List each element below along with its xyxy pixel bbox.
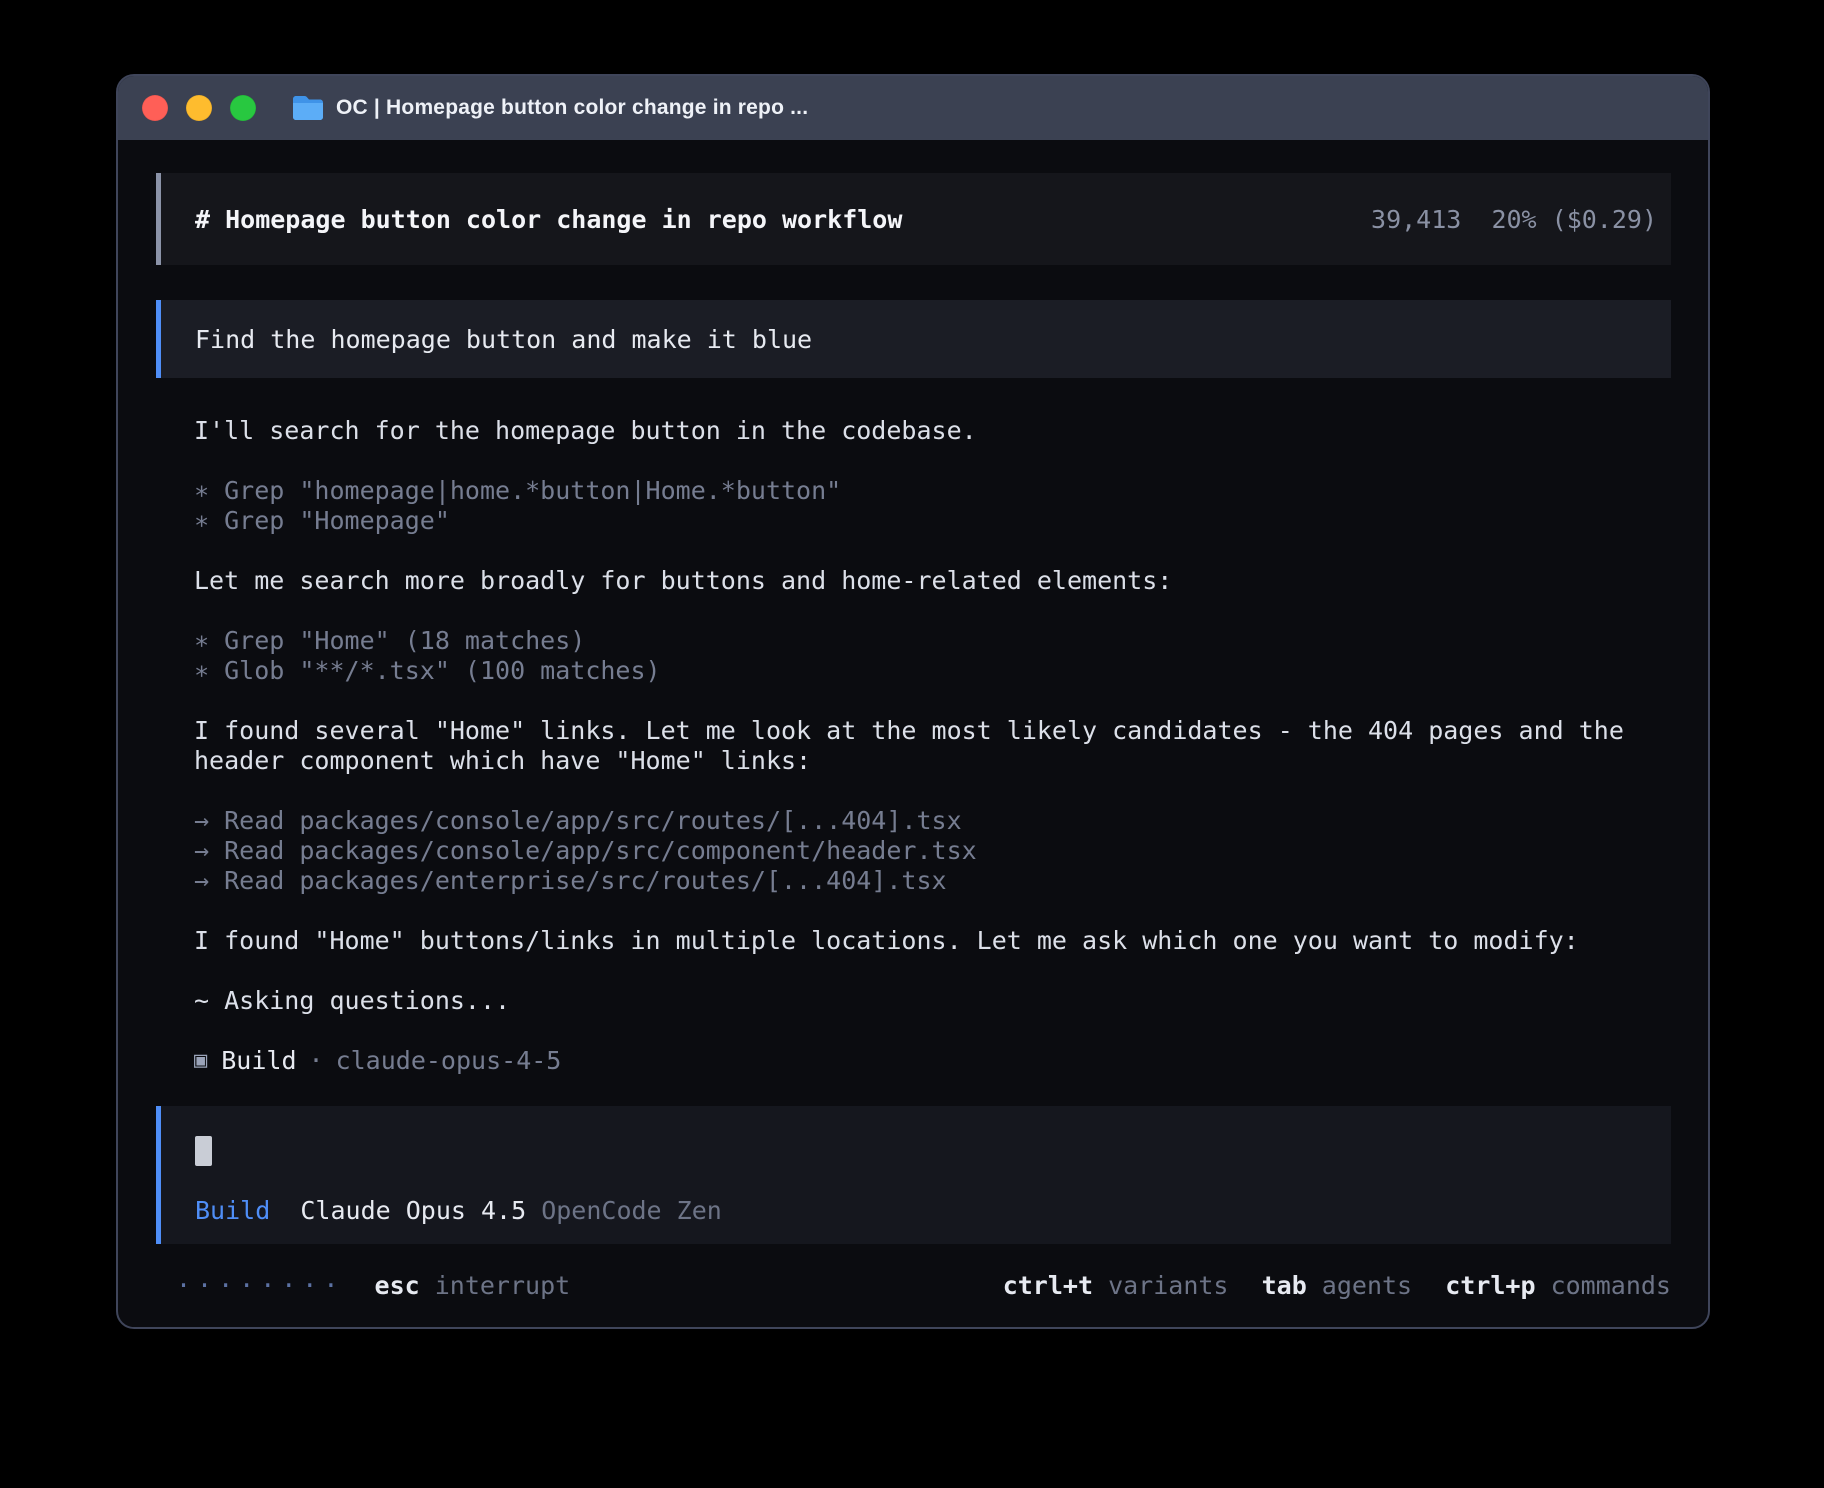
- tool-call-grep: ∗ Grep "Homepage": [194, 506, 1671, 536]
- shortcut-key: tab: [1262, 1271, 1307, 1300]
- close-button[interactable]: [142, 95, 168, 121]
- assistant-status: ~ Asking questions...: [194, 986, 1671, 1016]
- shortcut-label: agents: [1322, 1271, 1412, 1300]
- context-percent: 20%: [1491, 205, 1536, 234]
- shortcut-commands: ctrl+p commands: [1445, 1271, 1671, 1300]
- status-left: ········ esc interrupt: [176, 1271, 570, 1300]
- tool-call-grep: ∗ Grep "homepage|home.*button|Home.*butt…: [194, 476, 1671, 506]
- terminal-content: # Homepage button color change in repo w…: [118, 140, 1708, 1327]
- input-provider-name: OpenCode Zen: [541, 1196, 722, 1225]
- input-model-name[interactable]: Claude Opus 4.5: [300, 1196, 526, 1225]
- agent-model: claude-opus-4-5: [336, 1046, 562, 1076]
- tool-call-read: → Read packages/enterprise/src/routes/[.…: [194, 866, 1671, 896]
- assistant-text: I'll search for the homepage button in t…: [194, 416, 1671, 446]
- zoom-button[interactable]: [230, 95, 256, 121]
- spinner-dots-icon: ········: [176, 1271, 344, 1300]
- traffic-lights: [142, 95, 256, 121]
- desktop-background: OC | Homepage button color change in rep…: [0, 0, 1824, 1488]
- agent-status-row: ▣ Build · claude-opus-4-5: [194, 1046, 1671, 1076]
- assistant-text: I found "Home" buttons/links in multiple…: [194, 926, 1671, 956]
- shortcut-key: ctrl+t: [1003, 1271, 1093, 1300]
- folder-icon: [292, 95, 324, 121]
- shortcut-agents: tab agents: [1262, 1271, 1413, 1300]
- user-message: Find the homepage button and make it blu…: [156, 300, 1671, 378]
- session-title: # Homepage button color change in repo w…: [195, 205, 902, 234]
- shortcut-variants: ctrl+t variants: [1003, 1271, 1229, 1300]
- tool-call-read: → Read packages/console/app/src/routes/[…: [194, 806, 1671, 836]
- assistant-transcript: I'll search for the homepage button in t…: [194, 416, 1671, 1076]
- agent-square-icon: ▣: [194, 1046, 207, 1076]
- user-message-text: Find the homepage button and make it blu…: [195, 325, 812, 354]
- minimize-button[interactable]: [186, 95, 212, 121]
- shortcut-label: commands: [1551, 1271, 1671, 1300]
- prompt-input[interactable]: Build Claude Opus 4.5 OpenCode Zen: [156, 1106, 1671, 1244]
- esc-key-hint: esc: [375, 1271, 420, 1300]
- tool-call-grep: ∗ Grep "Home" (18 matches): [194, 626, 1671, 656]
- input-meta-row: Build Claude Opus 4.5 OpenCode Zen: [195, 1196, 1637, 1225]
- input-agent-mode[interactable]: Build: [195, 1196, 270, 1225]
- titlebar[interactable]: OC | Homepage button color change in rep…: [118, 76, 1708, 140]
- agent-separator: ·: [309, 1046, 324, 1076]
- esc-key-label: interrupt: [435, 1271, 570, 1300]
- tool-call-read: → Read packages/console/app/src/componen…: [194, 836, 1671, 866]
- window-title: OC | Homepage button color change in rep…: [336, 96, 808, 120]
- text-cursor: [195, 1136, 212, 1166]
- session-cost: ($0.29): [1552, 205, 1657, 234]
- session-metrics: 39,413 20% ($0.29): [1371, 205, 1657, 234]
- shortcut-key: ctrl+p: [1445, 1271, 1535, 1300]
- token-count: 39,413: [1371, 205, 1461, 234]
- status-shortcuts: ctrl+t variants tab agents ctrl+p comman…: [1003, 1271, 1671, 1300]
- assistant-text: Let me search more broadly for buttons a…: [194, 566, 1671, 596]
- tool-call-glob: ∗ Glob "**/*.tsx" (100 matches): [194, 656, 1671, 686]
- session-header: # Homepage button color change in repo w…: [156, 173, 1671, 265]
- status-bar: ········ esc interrupt ctrl+t variants t…: [156, 1244, 1671, 1327]
- terminal-window: OC | Homepage button color change in rep…: [116, 74, 1710, 1329]
- assistant-text: I found several "Home" links. Let me loo…: [194, 716, 1671, 776]
- shortcut-label: variants: [1108, 1271, 1228, 1300]
- agent-name: Build: [221, 1046, 296, 1076]
